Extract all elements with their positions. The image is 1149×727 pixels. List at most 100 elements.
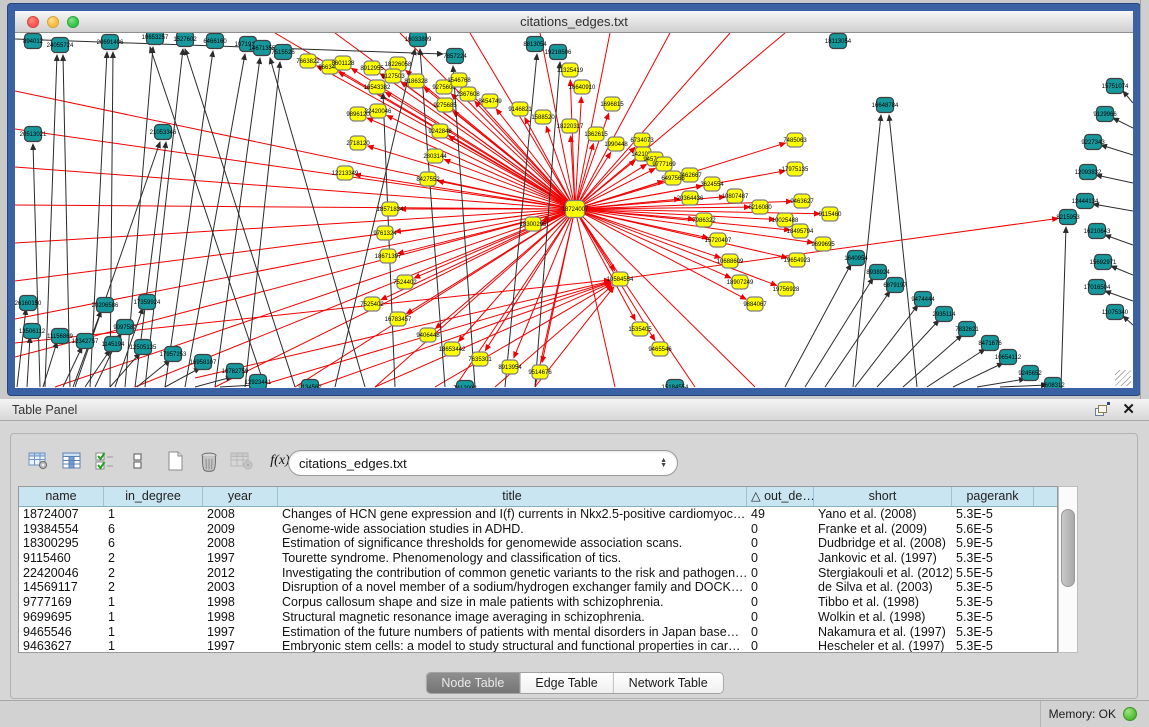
graph-node[interactable]: 12093832 [1075, 165, 1102, 180]
cell-out_degree[interactable]: 0 [747, 595, 814, 610]
tab-node-table[interactable]: Node Table [426, 673, 520, 693]
network-canvas[interactable]: 8940122405572420691406106532571527602646… [15, 33, 1133, 388]
close-window-button[interactable] [27, 16, 39, 28]
graph-node[interactable]: 15184554 [662, 380, 689, 389]
cell-in_degree[interactable]: 1 [104, 507, 203, 522]
graph-node[interactable]: 16210643 [1084, 224, 1111, 239]
table-vertical-scrollbar[interactable] [1058, 486, 1078, 653]
table-row[interactable]: 969969511998Structural magnetic resonanc… [19, 610, 1058, 625]
graph-node[interactable]: 8913954 [498, 360, 522, 374]
graph-node[interactable]: 1990448 [604, 137, 628, 151]
cell-name[interactable]: 18300295 [19, 536, 104, 551]
cell-out_degree[interactable]: 0 [747, 625, 814, 640]
graph-node[interactable]: 20513021 [20, 127, 47, 142]
column-header-pagerank[interactable]: pagerank [952, 487, 1034, 506]
close-icon[interactable]: ✕ [1122, 403, 1135, 417]
graph-node[interactable]: 2367608 [456, 87, 480, 101]
graph-node[interactable]: 10654112 [995, 350, 1022, 365]
graph-node[interactable]: 16648784 [872, 98, 899, 113]
table-row[interactable]: 946554611997Estimation of the future num… [19, 625, 1058, 640]
cell-in_degree[interactable]: 1 [104, 610, 203, 625]
graph-node[interactable]: 9463627 [790, 194, 814, 208]
graph-node[interactable]: 20364436 [677, 191, 704, 205]
cell-pagerank[interactable]: 5.3E-5 [952, 610, 1034, 625]
graph-edge[interactable] [185, 54, 245, 387]
graph-node[interactable]: 16783457 [385, 312, 412, 326]
cell-year[interactable]: 2012 [203, 566, 278, 581]
graph-edge[interactable] [185, 49, 295, 387]
delete-column-icon[interactable] [194, 446, 224, 476]
cell-out_degree[interactable]: 0 [747, 566, 814, 581]
graph-node[interactable]: 18571834 [377, 202, 404, 216]
cell-pagerank[interactable]: 5.3E-5 [952, 625, 1034, 640]
graph-node[interactable]: 16640910 [569, 80, 596, 94]
tab-network-table[interactable]: Network Table [614, 673, 723, 693]
graph-edge[interactable] [1096, 175, 1133, 183]
graph-edge[interactable] [1105, 291, 1133, 301]
graph-node[interactable]: 10688609 [717, 254, 744, 268]
cell-short[interactable]: Nakamura et al. (1997) [814, 625, 952, 640]
graph-node[interactable]: 2718120 [346, 136, 370, 150]
show-columns-icon[interactable] [57, 446, 87, 476]
cell-year[interactable]: 1998 [203, 610, 278, 625]
graph-edge[interactable] [17, 309, 26, 387]
cell-short[interactable]: Wolkin et al. (1998) [814, 610, 952, 625]
cell-out_degree[interactable]: 0 [747, 551, 814, 566]
graph-node[interactable]: 12923441 [245, 375, 272, 389]
cell-short[interactable]: de Silva et al. (2003) [814, 580, 952, 595]
graph-node[interactable]: 9406448 [416, 328, 440, 342]
cell-name[interactable]: 19384554 [19, 522, 104, 537]
graph-node[interactable]: 17359924 [134, 295, 161, 310]
column-header-short[interactable]: short [814, 487, 952, 506]
graph-node[interactable]: 1546768 [447, 73, 471, 87]
cell-in_degree[interactable]: 1 [104, 625, 203, 640]
graph-node[interactable]: 8912955 [360, 61, 384, 75]
graph-edge[interactable] [855, 305, 918, 387]
graph-edge[interactable] [1113, 118, 1133, 128]
cell-title[interactable]: Genome-wide association studies in ADHD. [278, 522, 747, 537]
graph-edge[interactable] [125, 47, 153, 387]
graph-node[interactable]: 3624554 [700, 177, 724, 191]
graph-node[interactable]: 9129966 [1093, 107, 1117, 122]
graph-node[interactable]: 9097587 [113, 320, 137, 335]
graph-node[interactable]: 16033809 [405, 33, 432, 47]
graph-node[interactable]: 894012 [23, 34, 44, 49]
graph-node[interactable]: 9245652 [1018, 366, 1042, 381]
graph-node[interactable]: 10653257 [142, 33, 169, 45]
table-row[interactable]: 2242004622012Investigating the contribut… [19, 566, 1058, 581]
table-row[interactable]: 1872400712008Changes of HCN gene express… [19, 507, 1058, 522]
graph-node[interactable]: 19654923 [784, 253, 811, 267]
graph-node[interactable]: 19756928 [773, 282, 800, 296]
graph-edge[interactable] [1061, 227, 1066, 387]
graph-edge[interactable] [953, 363, 1003, 387]
column-header-in_degree[interactable]: in_degree [104, 487, 203, 506]
graph-edge[interactable] [785, 264, 851, 387]
cell-year[interactable]: 1998 [203, 595, 278, 610]
graph-node[interactable]: 8427552 [416, 172, 440, 186]
cell-title[interactable]: Tourette syndrome. Phenomenology and cla… [278, 551, 747, 566]
graph-edge[interactable] [575, 209, 777, 285]
graph-node[interactable]: 8938924 [866, 265, 890, 280]
graph-edge[interactable] [1123, 316, 1133, 325]
graph-node[interactable]: 17975135 [782, 162, 809, 176]
cell-in_degree[interactable]: 2 [104, 580, 203, 595]
column-header-name[interactable]: name [19, 487, 104, 506]
cell-out_degree[interactable]: 0 [747, 580, 814, 595]
cell-year[interactable]: 2009 [203, 522, 278, 537]
graph-edge[interactable] [620, 218, 1058, 279]
graph-node[interactable]: 7515526 [271, 45, 295, 60]
minimize-window-button[interactable] [47, 16, 59, 28]
cell-pagerank[interactable]: 5.3E-5 [952, 551, 1034, 566]
cell-name[interactable]: 9463627 [19, 639, 104, 653]
cell-short[interactable]: Tibbo et al. (1998) [814, 595, 952, 610]
graph-node[interactable]: 9761324 [373, 226, 397, 240]
graph-edge[interactable] [137, 360, 170, 387]
graph-edge[interactable] [1101, 145, 1133, 155]
graph-node[interactable]: 7525402 [360, 297, 384, 311]
column-header-out_degree[interactable]: △ out_de… [747, 487, 814, 506]
column-header-year[interactable]: year [203, 487, 278, 506]
graph-node[interactable]: 9699695 [811, 237, 835, 251]
table-row[interactable]: 946362711997Embryonic stem cells: a mode… [19, 639, 1058, 653]
cell-year[interactable]: 2003 [203, 580, 278, 595]
graph-node[interactable]: 1588520 [531, 110, 555, 124]
